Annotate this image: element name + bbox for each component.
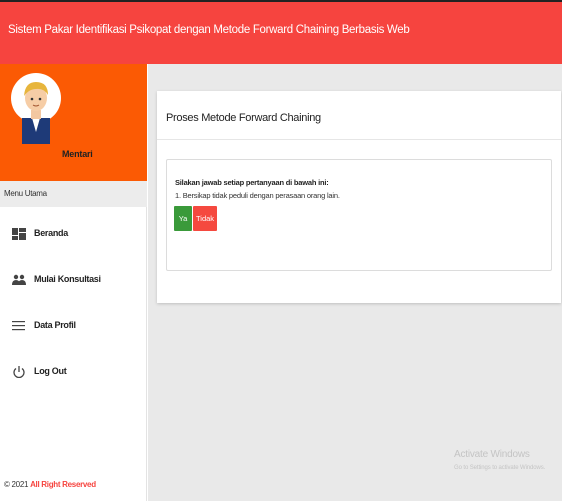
sidebar-item-label: Log Out xyxy=(34,366,67,376)
profile-panel: Mentari xyxy=(0,64,147,181)
app-title: Sistem Pakar Identifikasi Psikopat denga… xyxy=(8,24,410,36)
sidebar-item-mulai-konsultasi[interactable]: Mulai Konsultasi xyxy=(0,267,147,295)
question-text: 1. Bersikap tidak peduli dengan perasaan… xyxy=(175,191,340,200)
footer: © 2021 All Right Reserved xyxy=(4,480,96,489)
question-box: Silakan jawab setiap pertanyaan di bawah… xyxy=(166,159,552,271)
sidebar-item-log-out[interactable]: Log Out xyxy=(0,359,147,387)
power-icon xyxy=(13,366,25,378)
dashboard-icon xyxy=(12,228,26,240)
watermark-subtitle: Go to Settings to activate Windows. xyxy=(454,465,546,471)
yes-button[interactable]: Ya xyxy=(174,206,192,231)
sidebar-item-data-profil[interactable]: Data Profil xyxy=(0,313,147,341)
sidebar-item-label: Beranda xyxy=(34,228,68,238)
top-navbar: Sistem Pakar Identifikasi Psikopat denga… xyxy=(0,2,562,64)
list-icon xyxy=(12,321,25,331)
user-name: Mentari xyxy=(62,149,93,159)
card-title: Proses Metode Forward Chaining xyxy=(166,112,321,124)
menu-header-label: Menu Utama xyxy=(4,189,47,198)
question-prompt: Silakan jawab setiap pertanyaan di bawah… xyxy=(175,178,329,187)
avatar xyxy=(11,73,61,144)
footer-reserved: All Right Reserved xyxy=(30,480,96,489)
sidebar: Mentari Menu Utama Beranda Mulai Konsult… xyxy=(0,64,147,501)
sidebar-item-label: Data Profil xyxy=(34,320,76,330)
no-button[interactable]: Tidak xyxy=(193,206,217,231)
consultation-card: Proses Metode Forward Chaining Silakan j… xyxy=(157,91,561,303)
sidebar-item-beranda[interactable]: Beranda xyxy=(0,221,147,249)
watermark-title: Activate Windows xyxy=(454,449,530,460)
users-icon xyxy=(12,274,26,285)
activation-watermark: Activate Windows Go to Settings to activ… xyxy=(454,449,545,471)
card-divider xyxy=(157,139,561,140)
sidebar-item-label: Mulai Konsultasi xyxy=(34,274,101,284)
menu-header: Menu Utama xyxy=(0,181,147,207)
footer-copyright: © 2021 xyxy=(4,480,29,489)
main-content: Proses Metode Forward Chaining Silakan j… xyxy=(148,64,562,501)
